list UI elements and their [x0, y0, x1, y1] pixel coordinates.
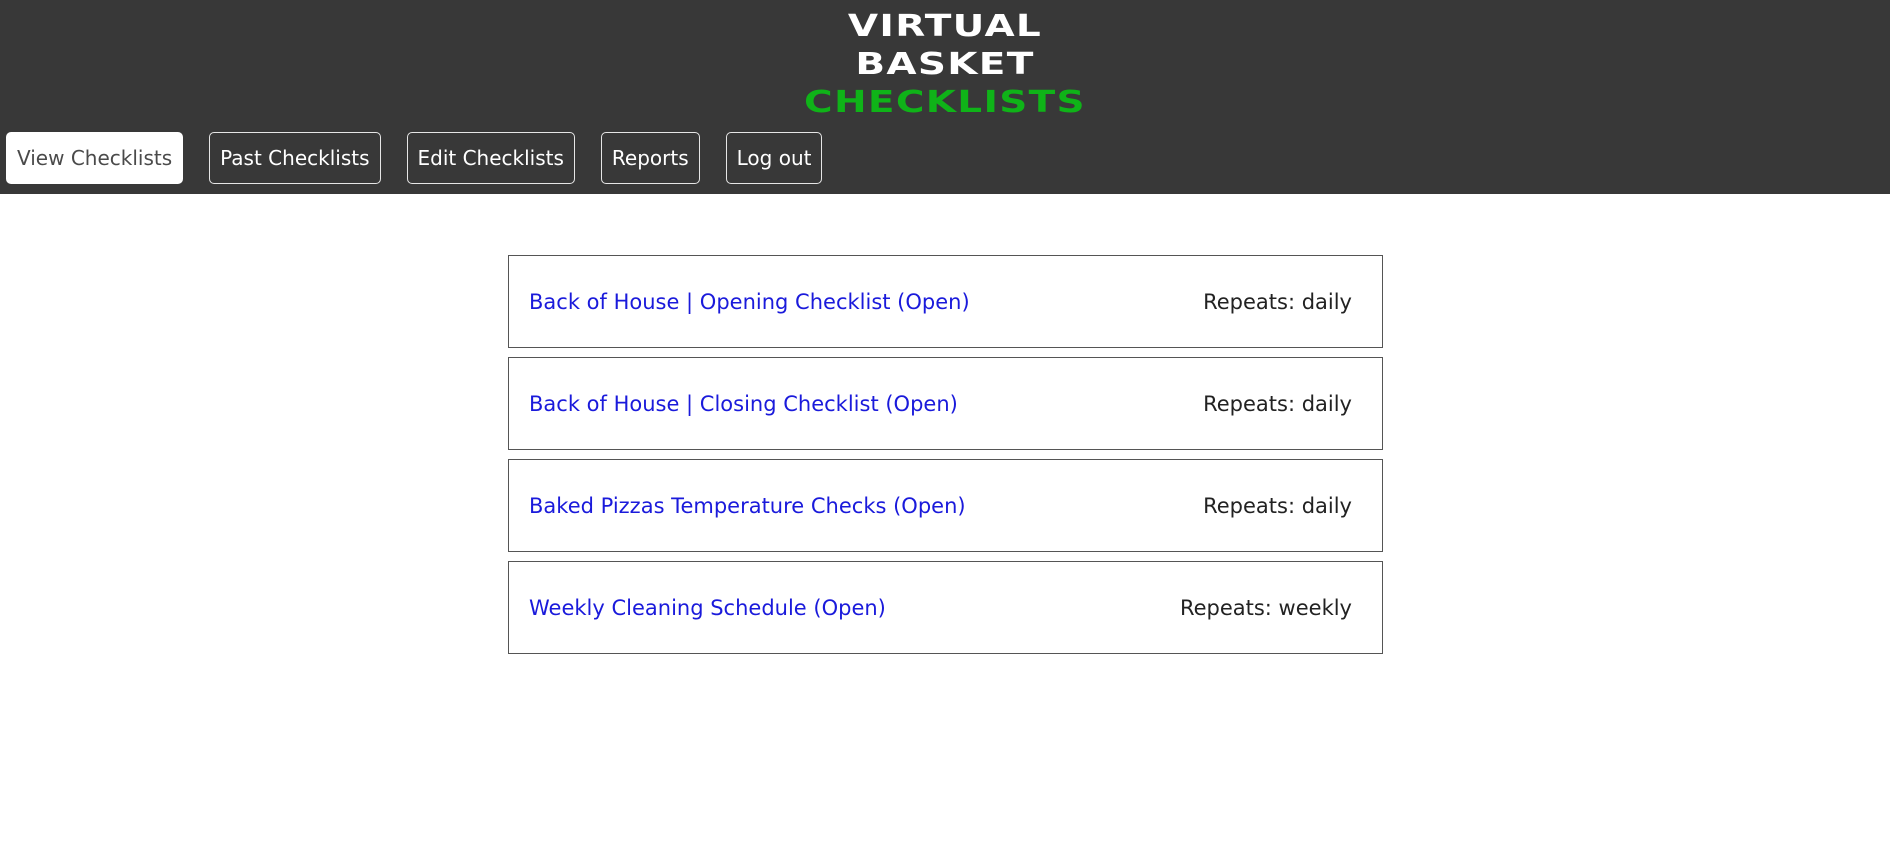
checklist-repeat-frequency: Repeats: daily	[1203, 493, 1352, 518]
checklist-repeat-frequency: Repeats: weekly	[1179, 595, 1352, 620]
checklist-link[interactable]: Back of House | Closing Checklist (Open)	[529, 392, 958, 416]
nav-view-checklists-button[interactable]: View Checklists	[6, 132, 184, 184]
app-logo: VIRTUAL BASKET CHECKLISTS	[0, 8, 1890, 122]
nav-reports-button[interactable]: Reports	[600, 132, 700, 184]
checklist-card: Baked Pizzas Temperature Checks (Open) R…	[508, 459, 1383, 552]
logo-line-basket: BASKET	[855, 47, 1035, 82]
checklist-repeat-frequency: Repeats: daily	[1203, 289, 1352, 314]
checklist-link[interactable]: Weekly Cleaning Schedule (Open)	[529, 596, 886, 620]
checklist-card: Back of House | Closing Checklist (Open)…	[508, 357, 1383, 450]
main-nav: View Checklists Past Checklists Edit Che…	[6, 132, 823, 184]
checklist-card: Weekly Cleaning Schedule (Open) Repeats:…	[508, 561, 1383, 654]
checklist-link[interactable]: Baked Pizzas Temperature Checks (Open)	[529, 494, 966, 518]
logo-line-virtual: VIRTUAL	[847, 9, 1043, 44]
checklist-link[interactable]: Back of House | Opening Checklist (Open)	[529, 290, 970, 314]
nav-past-checklists-button[interactable]: Past Checklists	[209, 132, 381, 184]
checklist-card: Back of House | Opening Checklist (Open)…	[508, 255, 1383, 348]
nav-log-out-button[interactable]: Log out	[725, 132, 823, 184]
checklist-repeat-frequency: Repeats: daily	[1203, 391, 1352, 416]
app-header: VIRTUAL BASKET CHECKLISTS View Checklist…	[0, 0, 1890, 194]
logo-line-checklists: CHECKLISTS	[804, 85, 1086, 120]
nav-edit-checklists-button[interactable]: Edit Checklists	[406, 132, 575, 184]
checklist-list: Back of House | Opening Checklist (Open)…	[508, 255, 1383, 663]
